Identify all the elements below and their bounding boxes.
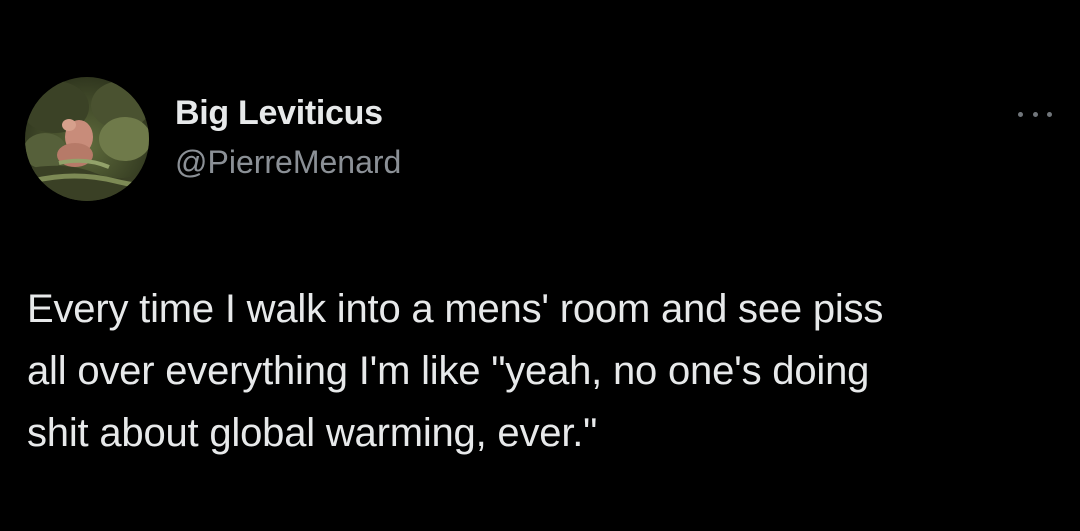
- display-name[interactable]: Big Leviticus: [175, 94, 383, 133]
- more-dot: [1018, 111, 1023, 117]
- user-handle[interactable]: @PierreMenard: [175, 144, 401, 181]
- more-dot: [1047, 111, 1052, 117]
- more-options-icon[interactable]: [1018, 106, 1052, 122]
- avatar-photo-icon: [25, 77, 149, 201]
- tweet-text: Every time I walk into a mens' room and …: [27, 287, 884, 455]
- avatar[interactable]: [25, 77, 149, 201]
- tweet-card: Big Leviticus @PierreMenard Every time I…: [0, 0, 1080, 531]
- more-dot: [1032, 111, 1038, 117]
